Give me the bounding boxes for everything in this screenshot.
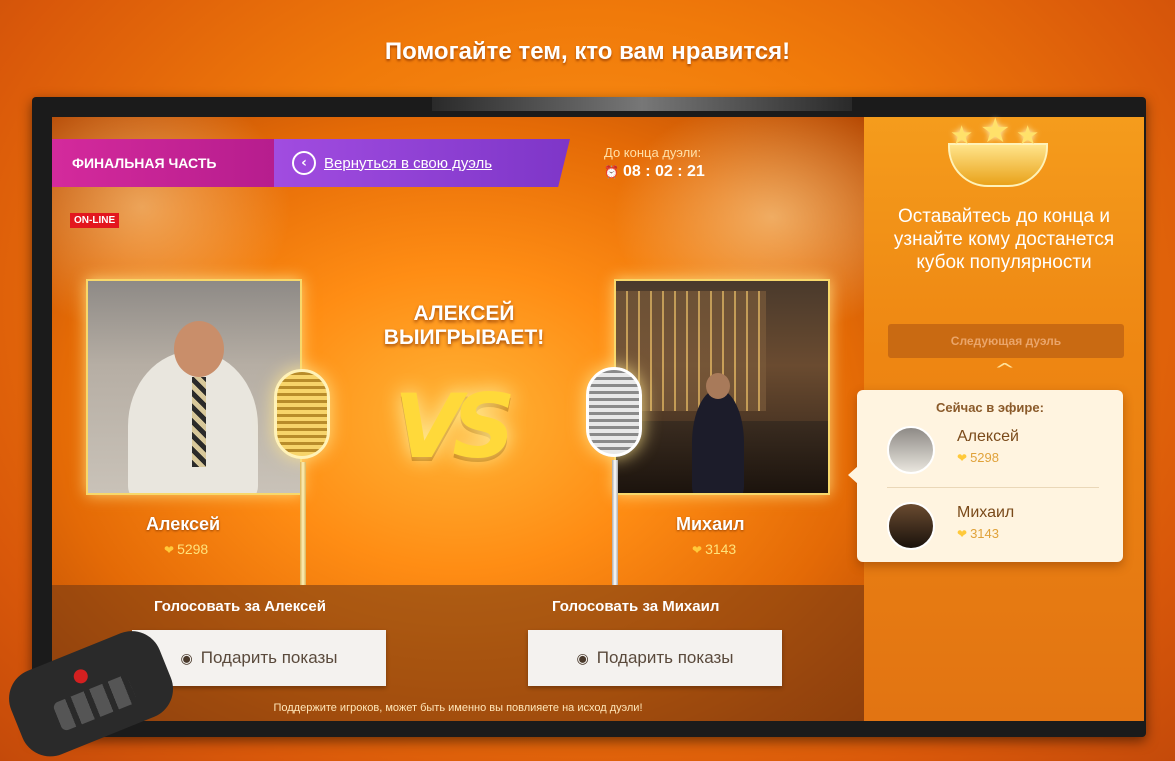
gift-impressions-right-label: Подарить показы bbox=[596, 648, 734, 667]
tab-final-part: ФИНАЛЬНАЯ ЧАСТЬ bbox=[52, 139, 274, 187]
timer-value: 08 : 02 : 21 bbox=[622, 163, 705, 180]
heart-icon: ❤ bbox=[164, 543, 175, 557]
live-now-title: Сейчас в эфире: bbox=[936, 400, 1044, 415]
duel-screen: ФИНАЛЬНАЯ ЧАСТЬ ‹ Вернуться в свою дуэль… bbox=[52, 117, 864, 721]
timer-label: До конца дуэли: bbox=[604, 145, 702, 160]
star-icon: ★ bbox=[1016, 121, 1040, 151]
gift-impressions-right-button[interactable]: ◉ Подарить показы bbox=[528, 630, 782, 686]
live-item-mikhail[interactable]: Михаил ❤ 3143 bbox=[887, 502, 1107, 556]
contestant-right-photo bbox=[614, 279, 830, 495]
live-item-name: Алексей bbox=[957, 428, 1019, 445]
online-badge: ON-LINE bbox=[70, 213, 120, 228]
vote-left-label: Голосовать за Алексей bbox=[154, 598, 326, 615]
tv-top-shine bbox=[432, 97, 852, 111]
star-icon: ★ bbox=[950, 121, 974, 151]
remote-power-button bbox=[71, 667, 90, 686]
live-item-score: ❤ 3143 bbox=[957, 526, 999, 541]
divider bbox=[887, 487, 1099, 488]
clock-icon: ⏰ bbox=[604, 165, 619, 179]
live-item-aleksey[interactable]: Алексей ❤ 5298 bbox=[887, 426, 1107, 480]
eye-icon: ◉ bbox=[576, 649, 589, 666]
trophy-icon: ★ ★ ★ bbox=[930, 111, 1060, 189]
live-now-card: Сейчас в эфире: Алексей ❤ 5298 Михаил ❤ 31… bbox=[848, 390, 1123, 562]
photo-subject-head bbox=[706, 373, 730, 399]
sidebar-message: Оставайтесь до конца и узнайте кому дост… bbox=[893, 206, 1115, 273]
support-text: Поддержите игроков, может быть именно вы… bbox=[273, 702, 643, 714]
contestant-right-score: ❤ 3143 bbox=[692, 541, 736, 557]
back-to-duel-tab[interactable]: ‹ Вернуться в свою дуэль bbox=[274, 139, 570, 187]
photo-subject bbox=[692, 389, 744, 493]
photo-subject-head bbox=[174, 321, 224, 377]
heart-icon: ❤ bbox=[957, 527, 968, 541]
eye-icon: ◉ bbox=[180, 649, 193, 666]
remote-keys bbox=[52, 674, 138, 732]
vote-bar: Голосовать за Алексей Голосовать за Миха… bbox=[52, 585, 864, 721]
page-title: Помогайте тем, кто вам нравится! bbox=[384, 38, 791, 65]
contestant-left-photo bbox=[86, 279, 302, 495]
avatar bbox=[887, 502, 935, 550]
live-card-pointer bbox=[848, 466, 858, 484]
contestant-right-score-value: 3143 bbox=[705, 541, 737, 557]
heart-icon: ❤ bbox=[692, 543, 703, 557]
winner-text: АЛЕКСЕЙ ВЫИГРЫВАЕТ! bbox=[383, 302, 545, 349]
chevron-left-circle-icon: ‹ bbox=[292, 151, 316, 175]
avatar bbox=[887, 426, 935, 474]
heart-icon: ❤ bbox=[957, 451, 968, 465]
vs-logo: VS bbox=[394, 375, 516, 478]
silver-microphone-stand bbox=[612, 460, 618, 585]
back-to-duel-link[interactable]: Вернуться в свою дуэль bbox=[324, 155, 492, 172]
gold-microphone bbox=[274, 369, 330, 459]
contestant-right-name: Михаил bbox=[676, 514, 745, 534]
live-item-score-value: 5298 bbox=[970, 450, 999, 465]
star-icon: ★ bbox=[980, 111, 1011, 151]
silver-microphone bbox=[586, 367, 642, 457]
live-item-score: ❤ 5298 bbox=[957, 450, 999, 465]
chevron-up-icon: ^ bbox=[993, 360, 1016, 379]
contestant-left-score: ❤ 5298 bbox=[164, 541, 208, 557]
next-duel-button[interactable]: Следующая дуэль bbox=[888, 324, 1124, 358]
photo-subject-tie bbox=[192, 377, 206, 467]
contestant-left-score-value: 5298 bbox=[177, 541, 209, 557]
gold-microphone-stand bbox=[300, 462, 306, 585]
gift-impressions-left-label: Подарить показы bbox=[200, 648, 338, 667]
live-item-name: Михаил bbox=[957, 504, 1015, 521]
live-item-score-value: 3143 bbox=[970, 526, 999, 541]
timer-value-row: ⏰ 08 : 02 : 21 bbox=[604, 163, 705, 181]
vote-right-label: Голосовать за Михаил bbox=[552, 598, 720, 615]
contestant-left-name: Алексей bbox=[146, 514, 221, 534]
